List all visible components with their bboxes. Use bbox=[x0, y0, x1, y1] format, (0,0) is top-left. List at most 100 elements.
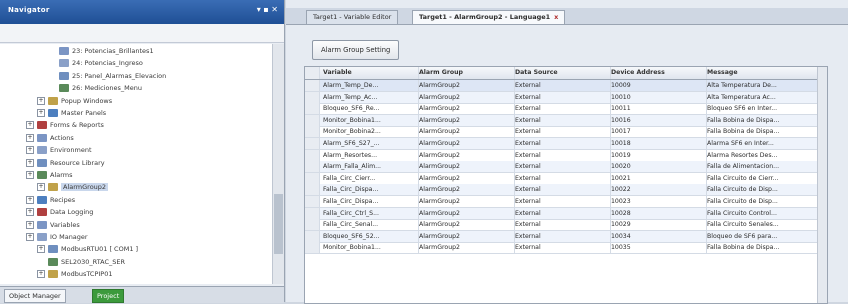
device-address-cell[interactable]: 10023 bbox=[608, 196, 707, 207]
message-cell[interactable]: Falla Bobina de Dispa... bbox=[704, 126, 820, 138]
column-header-variable[interactable]: Variable bbox=[320, 67, 419, 79]
data-source-cell[interactable]: External bbox=[512, 172, 611, 184]
column-header-device-address[interactable]: Device Address bbox=[608, 67, 707, 79]
tree-item[interactable]: + Resource Library bbox=[26, 158, 105, 168]
device-address-cell[interactable]: 10020 bbox=[608, 161, 707, 173]
tree-item[interactable]: + Environment bbox=[26, 145, 92, 155]
row-selector[interactable] bbox=[305, 184, 320, 196]
variable-cell[interactable]: Falla_Circ_Dispa... bbox=[320, 184, 419, 196]
tree-item[interactable]: + AlarmGroup2 bbox=[37, 182, 109, 192]
row-selector[interactable] bbox=[305, 242, 320, 254]
alarm-group-cell[interactable]: AlarmGroup2 bbox=[416, 80, 515, 91]
expand-icon[interactable]: + bbox=[26, 195, 34, 204]
variable-cell[interactable]: Falla_Circ_Ctrl_S... bbox=[320, 207, 419, 219]
alarm-group-cell[interactable]: AlarmGroup2 bbox=[416, 149, 515, 161]
row-selector[interactable] bbox=[305, 114, 320, 126]
table-row[interactable]: Alarm_SF6_S27_... AlarmGroup2 External 1001… bbox=[305, 138, 827, 150]
variable-cell[interactable]: Monitor_Bobina2... bbox=[320, 126, 419, 138]
tree-item[interactable]: SEL2030_RTAC_SER bbox=[48, 257, 125, 267]
message-cell[interactable]: Falla Bobina de Dispa... bbox=[704, 242, 820, 254]
variable-cell[interactable]: Alarm_Falla_Alim... bbox=[320, 161, 419, 173]
tree-scrollbar[interactable] bbox=[272, 44, 284, 284]
table-row[interactable]: Falla_Circ_Dispa... AlarmGroup2 External 10… bbox=[305, 196, 827, 208]
message-cell[interactable]: Bloqueo SF6 en Inter... bbox=[704, 103, 820, 115]
message-cell[interactable]: Alta Temperatura Ac... bbox=[704, 91, 820, 103]
message-cell[interactable]: Falla de Alimentacion... bbox=[704, 161, 820, 173]
alarm-group-cell[interactable]: AlarmGroup2 bbox=[416, 219, 515, 231]
device-address-cell[interactable]: 10021 bbox=[608, 172, 707, 184]
tab-project[interactable]: Project bbox=[92, 289, 125, 303]
message-cell[interactable]: Falla Circuito de Disp... bbox=[704, 196, 820, 207]
close-icon[interactable]: x bbox=[554, 13, 558, 21]
table-row[interactable]: Bloqueo_SF6_52... AlarmGroup2 External 1003… bbox=[305, 230, 827, 243]
message-cell[interactable]: Falla Circuito de Cierr... bbox=[704, 172, 820, 184]
message-cell[interactable]: Alta Temperatura De... bbox=[704, 80, 820, 91]
table-row[interactable]: Monitor_Bobina2... AlarmGroup2 External 100… bbox=[305, 126, 827, 139]
data-source-cell[interactable]: External bbox=[512, 161, 611, 173]
row-selector[interactable] bbox=[305, 207, 320, 219]
row-selector[interactable] bbox=[305, 138, 320, 149]
device-address-cell[interactable]: 10010 bbox=[608, 91, 707, 103]
variable-cell[interactable]: Bloqueo_SF6_Re... bbox=[320, 103, 419, 115]
row-selector[interactable] bbox=[305, 161, 320, 173]
alarm-group-cell[interactable]: AlarmGroup2 bbox=[416, 91, 515, 103]
table-row[interactable]: Falla_Circ_Senal... AlarmGroup2 External 10… bbox=[305, 219, 827, 232]
row-selector[interactable] bbox=[305, 80, 320, 91]
tree-item[interactable]: 26: Mediciones_Menu bbox=[59, 83, 142, 93]
expand-icon[interactable]: + bbox=[37, 109, 45, 117]
variable-cell[interactable]: Monitor_Bobina1... bbox=[320, 114, 419, 126]
variable-cell[interactable]: Alarm_Temp_De... bbox=[320, 80, 419, 91]
alarm-group-cell[interactable]: AlarmGroup2 bbox=[416, 242, 515, 254]
column-header-message[interactable]: Message bbox=[704, 67, 820, 79]
tree-item[interactable]: 25: Panel_Alarmas_Elevacion bbox=[59, 71, 166, 81]
alarm-group-cell[interactable]: AlarmGroup2 bbox=[416, 196, 515, 207]
variable-cell[interactable]: Bloqueo_SF6_52... bbox=[320, 230, 419, 242]
variable-cell[interactable]: Falla_Circ_Cierr... bbox=[320, 172, 419, 184]
data-source-cell[interactable]: External bbox=[512, 80, 611, 91]
message-cell[interactable]: Falla Bobina de Dispa... bbox=[704, 114, 820, 126]
expand-icon[interactable]: + bbox=[37, 245, 45, 254]
alarm-group-cell[interactable]: AlarmGroup2 bbox=[416, 207, 515, 219]
alarm-group-cell[interactable]: AlarmGroup2 bbox=[416, 103, 515, 115]
alarm-group-setting-button[interactable]: Alarm Group Setting bbox=[312, 40, 400, 60]
table-row[interactable]: Alarm_Temp_De... AlarmGroup2 External 10009… bbox=[305, 80, 827, 92]
alarm-group-cell[interactable]: AlarmGroup2 bbox=[416, 126, 515, 138]
device-address-cell[interactable]: 10028 bbox=[608, 207, 707, 219]
tab-object-manager[interactable]: Object Manager bbox=[4, 289, 66, 303]
variable-cell[interactable]: Monitor_Bobina1... bbox=[320, 242, 419, 254]
alarm-group-cell[interactable]: AlarmGroup2 bbox=[416, 161, 515, 173]
expand-icon[interactable]: + bbox=[26, 121, 34, 130]
tree-item[interactable]: + Data Logging bbox=[26, 207, 93, 217]
row-selector[interactable] bbox=[305, 126, 320, 138]
row-selector[interactable] bbox=[305, 230, 320, 242]
tab-alarmgroup2[interactable]: Target1 - AlarmGroup2 - Language1 x bbox=[412, 10, 566, 24]
tree-item[interactable]: + Variables bbox=[26, 220, 80, 230]
device-address-cell[interactable]: 10019 bbox=[608, 149, 707, 161]
tree-item[interactable]: + Recipes bbox=[26, 195, 75, 205]
device-address-cell[interactable]: 10009 bbox=[608, 80, 707, 91]
tree-item[interactable]: + IO Manager bbox=[26, 232, 88, 242]
device-address-cell[interactable]: 10018 bbox=[608, 138, 707, 149]
table-row[interactable]: Falla_Circ_Dispa... AlarmGroup2 External 10… bbox=[305, 184, 827, 197]
table-row[interactable]: Falla_Circ_Cierr... AlarmGroup2 External 10… bbox=[305, 172, 827, 185]
device-address-cell[interactable]: 10017 bbox=[608, 126, 707, 138]
expand-icon[interactable]: + bbox=[37, 96, 45, 105]
tree-scroll-thumb[interactable] bbox=[274, 194, 283, 254]
tree-item[interactable]: 23: Potencias_Brillantes1 bbox=[59, 46, 154, 56]
table-row[interactable]: Monitor_Bobina1... AlarmGroup2 External 100… bbox=[305, 242, 827, 255]
tree-item[interactable]: 24: Potencias_Ingreso bbox=[59, 58, 143, 68]
message-cell[interactable]: Bloqueo de SF6 para... bbox=[704, 230, 820, 242]
column-header-data-source[interactable]: Data Source bbox=[512, 67, 611, 79]
alarm-group-cell[interactable]: AlarmGroup2 bbox=[416, 114, 515, 126]
variable-cell[interactable]: Falla_Circ_Dispa... bbox=[320, 196, 419, 207]
device-address-cell[interactable]: 10034 bbox=[608, 230, 707, 242]
tree-item[interactable]: + Forms & Reports bbox=[26, 120, 104, 130]
alarm-group-cell[interactable]: AlarmGroup2 bbox=[416, 138, 515, 149]
window-controls-icon[interactable]: ▾ ▪ ✕ bbox=[257, 5, 278, 14]
variable-cell[interactable]: Alarm_Resortes... bbox=[320, 149, 419, 161]
tree-item[interactable]: + ModbusTCPIP01 bbox=[37, 269, 113, 279]
alarm-group-cell[interactable]: AlarmGroup2 bbox=[416, 184, 515, 196]
data-source-cell[interactable]: External bbox=[512, 196, 611, 207]
expand-icon[interactable]: + bbox=[26, 208, 34, 217]
tree-item[interactable]: + ModbusRTU01 [ COM1 ] bbox=[37, 244, 138, 254]
